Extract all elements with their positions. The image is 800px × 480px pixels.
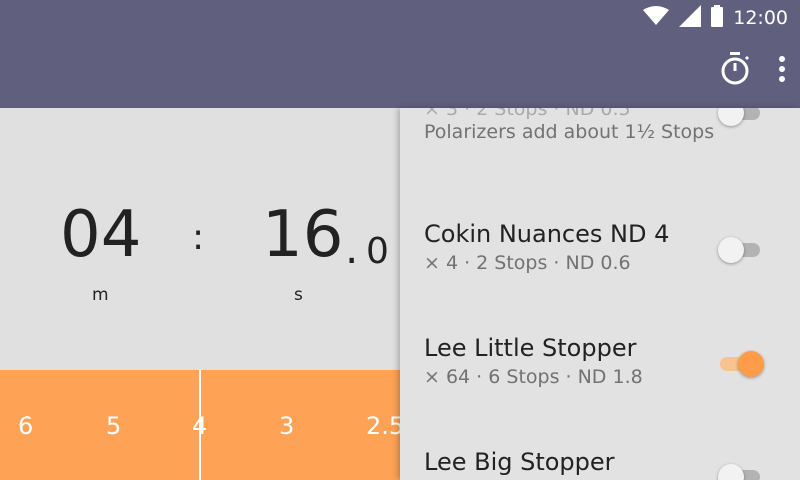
status-time: 12:00 [733,7,788,29]
appbar-actions [720,52,786,90]
filter-toggle[interactable] [718,108,760,126]
more-vert-icon[interactable] [778,56,786,86]
ruler-tick: 5 [106,412,122,440]
toggle-thumb [718,108,744,126]
ruler-tick: 6 [18,412,34,440]
signal-icon [679,5,702,31]
stopwatch-icon[interactable] [720,52,750,90]
ruler-tick: 2.5 [366,412,405,440]
exposure-timer: 04 : 16 . 0 m s [0,108,400,370]
app-bar: 12:00 [0,0,800,108]
seconds-unit: s [294,285,303,305]
filter-toggle[interactable] [718,464,760,480]
filter-toggle[interactable] [718,237,760,263]
filter-toggle[interactable] [720,351,764,377]
toggle-thumb [738,351,764,377]
shutter-speed-ruler[interactable]: 6 5 4 3 2.5 [0,370,404,480]
battery-icon [711,5,724,31]
minutes-value: 04 [60,198,142,272]
ruler-indicator [199,370,201,480]
seconds-value: 16 [262,198,344,272]
time-separator: : [192,217,205,258]
filter-note: Polarizers add about 1½ Stops [424,121,715,143]
minutes-unit: m [92,285,109,305]
tenths-value: 0 [366,231,389,272]
decimal-point: . [345,224,359,273]
status-bar: 12:00 [643,0,800,36]
wifi-icon [643,6,670,30]
toggle-thumb [718,464,744,480]
toggle-thumb [718,237,744,263]
filter-drawer: × 3 · 2 Stops · ND 0.5 Polarizers add ab… [400,108,800,480]
ruler-tick: 3 [279,412,295,440]
